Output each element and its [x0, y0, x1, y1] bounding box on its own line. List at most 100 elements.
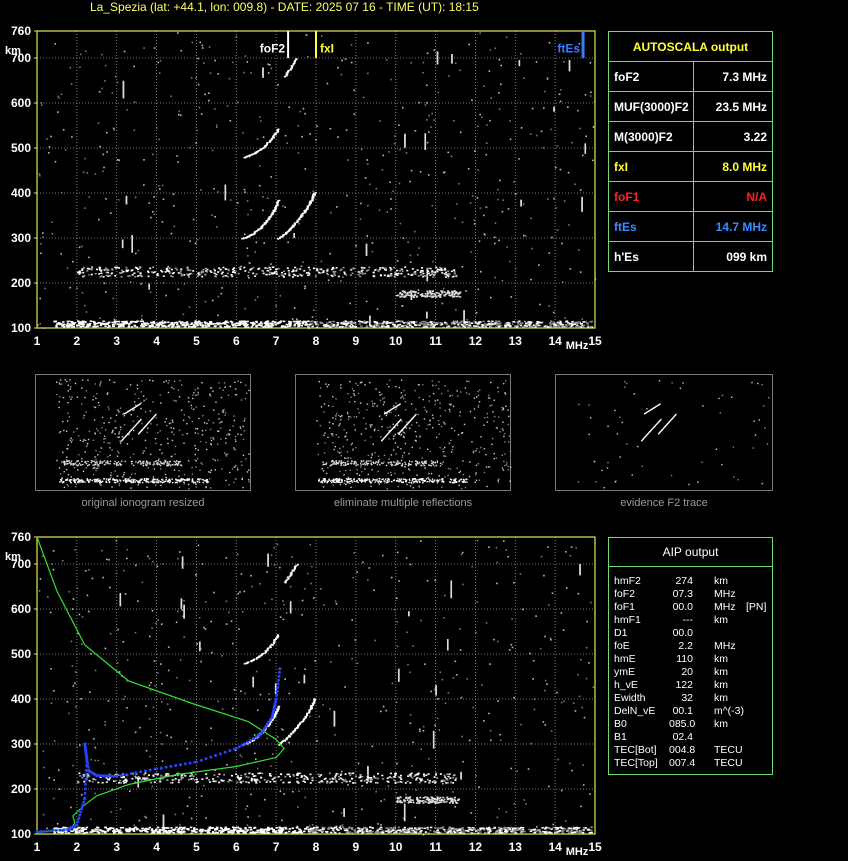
echo-dot — [119, 593, 122, 595]
echo-dot — [486, 828, 490, 831]
echo-dot — [148, 557, 151, 560]
echo-dot — [444, 268, 447, 271]
echo-dot — [402, 237, 405, 240]
echo-dot — [432, 325, 436, 328]
echo-dot — [173, 225, 176, 228]
echo-dot — [422, 272, 425, 275]
echo-dot — [361, 561, 364, 564]
echo-dot — [236, 101, 239, 104]
echo-dot — [177, 288, 180, 291]
echo-dot — [528, 324, 531, 327]
echo-dot — [381, 774, 384, 777]
echo-dot — [550, 828, 553, 830]
echo-dot — [516, 770, 518, 773]
echo-dot — [556, 691, 558, 694]
echo-dot — [274, 776, 277, 779]
echo-dot — [434, 798, 437, 801]
echo-dot — [414, 827, 417, 829]
echo-dot — [390, 576, 393, 579]
echo-dot — [479, 113, 481, 116]
echo-dot — [258, 116, 261, 118]
echo-dot — [410, 62, 413, 64]
echo-dot — [299, 110, 302, 113]
echo-dot — [335, 602, 338, 605]
echo-dot — [98, 317, 101, 319]
echo-dot — [381, 169, 384, 171]
echo-dot — [360, 202, 362, 205]
echo-dot — [479, 270, 482, 273]
echo-dot — [553, 106, 555, 109]
echo-dot — [555, 207, 557, 209]
echo-dot — [498, 829, 502, 832]
echo-dot — [156, 273, 159, 275]
echo-dot — [162, 814, 165, 817]
echo-dot — [224, 184, 227, 187]
echo-dot — [434, 801, 437, 804]
echo-dot — [159, 829, 162, 832]
echo-dot — [274, 132, 277, 134]
echo-dot — [489, 729, 492, 732]
echo-dot — [417, 826, 420, 829]
echo-dot — [81, 268, 84, 270]
echo-dot — [561, 281, 564, 283]
echo-dot — [508, 828, 512, 830]
echo-dot — [398, 829, 402, 831]
echo-dot — [115, 320, 118, 323]
echo-dot — [437, 697, 439, 700]
echo-dot — [190, 322, 194, 325]
echo-dot — [422, 61, 425, 64]
echo-dot — [415, 778, 418, 781]
echo-dot — [409, 180, 411, 183]
echo-dot — [299, 268, 302, 270]
echo-dot — [99, 145, 101, 148]
echo-dot — [565, 587, 568, 589]
echo-dot — [259, 120, 262, 122]
echo-dot — [513, 803, 516, 805]
echo-dot — [221, 271, 224, 274]
echo-dot — [446, 773, 449, 776]
echo-dot — [141, 827, 144, 830]
echo-dot — [71, 608, 74, 610]
echo-dot — [234, 271, 237, 274]
echo-dot — [406, 269, 409, 272]
echo-dot — [148, 635, 151, 638]
echo-dot — [235, 773, 238, 776]
echo-dot — [444, 702, 447, 705]
echo-dot — [305, 322, 308, 325]
echo-dot — [428, 780, 431, 782]
echo-dot — [476, 125, 479, 128]
echo-dot — [148, 325, 151, 327]
echo-dot — [375, 187, 378, 190]
echo-dot — [302, 780, 305, 783]
echo-dot — [283, 320, 286, 323]
echo-dot — [377, 823, 379, 825]
echo-dot — [177, 781, 180, 784]
echo-dot — [247, 213, 249, 216]
x-tick-label: 8 — [313, 334, 320, 348]
echo-dot — [436, 322, 439, 324]
echo-dot — [452, 791, 454, 793]
echo-dot — [95, 268, 98, 271]
echo-dot — [195, 828, 199, 831]
echo-dot — [255, 778, 258, 781]
echo-dot — [539, 647, 542, 650]
echo-dot — [169, 782, 172, 784]
echo-dot — [449, 777, 452, 779]
echo-dot — [453, 119, 455, 122]
echo-dot — [119, 324, 123, 326]
echo-dot — [358, 323, 362, 325]
echo-dot — [441, 290, 444, 292]
echo-dot — [435, 291, 438, 294]
echo-dot — [179, 823, 181, 826]
echo-dot — [277, 775, 280, 778]
echo-dot — [133, 101, 136, 103]
echo-dot — [436, 51, 439, 53]
echo-dot — [139, 829, 142, 832]
echo-dot — [39, 322, 42, 325]
echo-dot — [119, 808, 122, 810]
echo-dot — [104, 325, 107, 328]
echo-dot — [84, 207, 86, 209]
echo-dot — [277, 736, 279, 738]
echo-dot — [145, 827, 148, 830]
echo-dot — [129, 790, 131, 793]
